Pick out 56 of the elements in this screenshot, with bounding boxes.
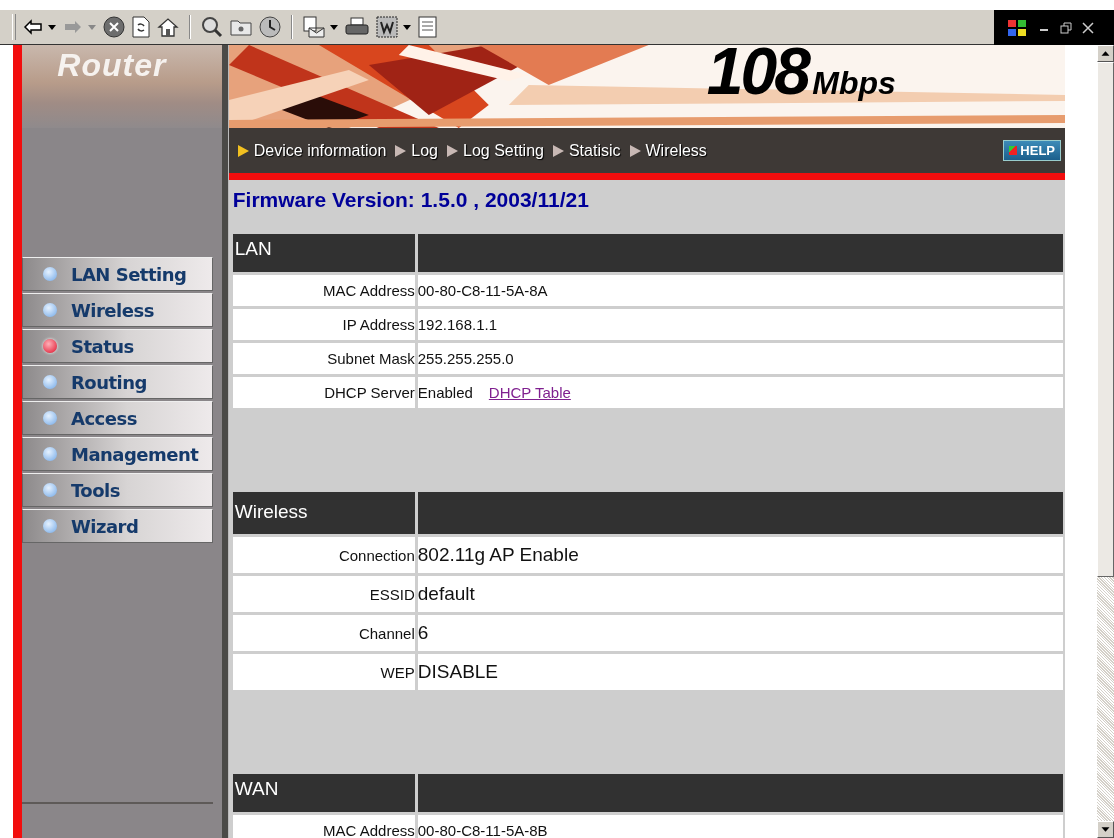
mail-icon[interactable]: [303, 16, 325, 38]
windows-logo-icon: [1006, 17, 1028, 38]
field-label: MAC Address: [232, 275, 415, 306]
section-header: WAN: [232, 774, 415, 812]
search-icon[interactable]: [201, 16, 223, 38]
menu-item[interactable]: Wireless: [21, 293, 213, 327]
field-label: MAC Address: [232, 815, 415, 838]
field-value: 192.168.1.1: [417, 316, 498, 333]
nav-link[interactable]: Statisic: [551, 141, 621, 160]
menu-item[interactable]: Status: [21, 329, 213, 363]
nav-link[interactable]: Log: [394, 141, 438, 160]
restore-icon[interactable]: [1060, 21, 1072, 34]
field-label: Subnet Mask: [232, 343, 415, 374]
stop-icon[interactable]: [103, 16, 125, 38]
help-button[interactable]: HELP: [1003, 140, 1061, 161]
refresh-icon[interactable]: [132, 16, 150, 38]
brand-title: Router: [57, 46, 167, 85]
menu-item[interactable]: LAN Setting: [21, 257, 213, 291]
nav-link[interactable]: Wireless: [628, 141, 707, 160]
menu-item[interactable]: Access: [21, 401, 213, 435]
field-label: IP Address: [232, 309, 415, 340]
field-value: 00-80-C8-11-5A-8A: [417, 282, 548, 299]
nav-link[interactable]: Log Setting: [446, 141, 544, 160]
menu-item[interactable]: Routing: [21, 365, 213, 399]
menu-item[interactable]: Tools: [21, 473, 213, 507]
dhcp-table-link[interactable]: DHCP Table: [488, 384, 571, 401]
field-value: Enabled: [417, 384, 473, 401]
discuss-page-icon[interactable]: [418, 16, 438, 38]
edit-document-icon[interactable]: [376, 16, 398, 38]
dropdown-caret-icon[interactable]: [48, 24, 56, 30]
field-value: 802.11g AP Enable: [417, 544, 579, 566]
folder-icon[interactable]: [230, 18, 252, 36]
section-header: LAN: [232, 234, 415, 272]
section-header: Wireless: [232, 492, 415, 534]
menu-item[interactable]: Management: [21, 437, 213, 471]
field-label: Channel: [232, 615, 415, 651]
field-label: DHCP Server: [232, 377, 415, 408]
dropdown-caret-icon[interactable]: [330, 24, 338, 30]
dropdown-caret-icon[interactable]: [403, 24, 411, 30]
field-value: 00-80-C8-11-5A-8B: [417, 822, 548, 838]
home-icon[interactable]: [157, 17, 179, 37]
menu-item[interactable]: Wizard: [21, 509, 213, 543]
speed-logo: 108Mbps: [706, 45, 896, 109]
field-value: 6: [417, 622, 429, 644]
field-value: DISABLE: [417, 661, 499, 683]
firmware-version-heading: Firmware Version: 1.5.0 , 2003/11/21: [232, 187, 590, 213]
close-icon[interactable]: [1082, 21, 1094, 34]
printer-icon[interactable]: [345, 17, 369, 37]
field-label: Connection: [232, 537, 415, 573]
field-label: ESSID: [232, 576, 415, 612]
back-arrow-icon[interactable]: [23, 19, 43, 35]
history-clock-icon[interactable]: [259, 16, 281, 38]
field-value: default: [417, 583, 475, 605]
field-value: 255.255.255.0: [417, 350, 514, 367]
nav-link[interactable]: Device information: [236, 141, 387, 160]
field-label: WEP: [232, 654, 415, 690]
